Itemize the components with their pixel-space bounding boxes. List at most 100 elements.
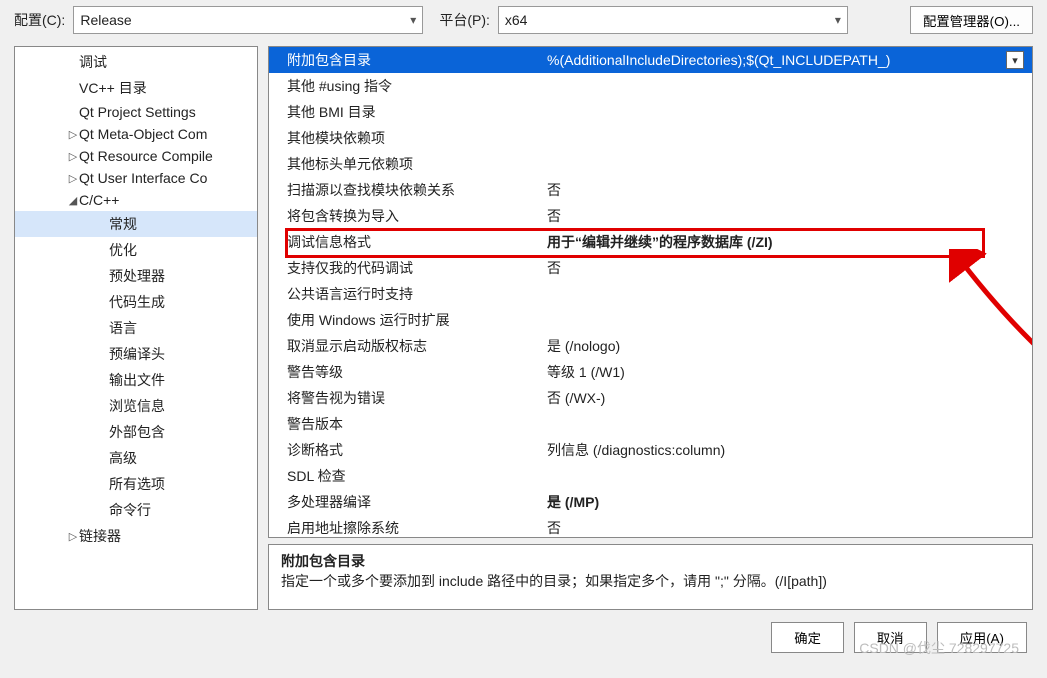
property-row[interactable]: 其他标头单元依赖项 bbox=[269, 151, 1032, 177]
tree-item-label: 预编译头 bbox=[109, 344, 165, 364]
expand-icon[interactable]: ▷ bbox=[67, 128, 79, 141]
property-row[interactable]: 其他模块依赖项 bbox=[269, 125, 1032, 151]
tree-item[interactable]: VC++ 目录 bbox=[15, 75, 257, 101]
description-body: 指定一个或多个要添加到 include 路径中的目录；如果指定多个，请用 ";"… bbox=[281, 571, 1020, 591]
collapse-icon[interactable]: ◢ bbox=[67, 194, 79, 207]
property-name: 支持仅我的代码调试 bbox=[287, 258, 547, 278]
property-row[interactable]: 警告等级等级 1 (/W1) bbox=[269, 359, 1032, 385]
tree-item-label: VC++ 目录 bbox=[79, 78, 147, 98]
property-row[interactable]: 公共语言运行时支持 bbox=[269, 281, 1032, 307]
property-row[interactable]: 其他 #using 指令 bbox=[269, 73, 1032, 99]
platform-combo[interactable]: x64 ▾ bbox=[498, 6, 848, 34]
property-row[interactable]: 将警告视为错误否 (/WX-) bbox=[269, 385, 1032, 411]
property-row[interactable]: SDL 检查 bbox=[269, 463, 1032, 489]
main-area: 调试VC++ 目录Qt Project Settings▷Qt Meta-Obj… bbox=[0, 40, 1047, 610]
property-row[interactable]: 使用 Windows 运行时扩展 bbox=[269, 307, 1032, 333]
property-row[interactable]: 扫描源以查找模块依赖关系否 bbox=[269, 177, 1032, 203]
tree-item[interactable]: 代码生成 bbox=[15, 289, 257, 315]
property-row[interactable]: 将包含转换为导入否 bbox=[269, 203, 1032, 229]
ok-button[interactable]: 确定 bbox=[771, 622, 844, 653]
property-name: 将包含转换为导入 bbox=[287, 206, 547, 226]
property-row[interactable]: 警告版本 bbox=[269, 411, 1032, 437]
tree-item-label: 代码生成 bbox=[109, 292, 165, 312]
tree-item[interactable]: 外部包含 bbox=[15, 419, 257, 445]
description-title: 附加包含目录 bbox=[281, 551, 1020, 571]
tree-item[interactable]: 高级 bbox=[15, 445, 257, 471]
property-value[interactable]: 否 bbox=[547, 518, 1032, 538]
platform-label: 平台(P): bbox=[439, 10, 490, 30]
tree-item-label: Qt Resource Compile bbox=[79, 148, 213, 164]
property-row[interactable]: 多处理器编译是 (/MP) bbox=[269, 489, 1032, 515]
right-pane: 附加包含目录%(AdditionalIncludeDirectories);$(… bbox=[268, 46, 1033, 610]
tree-item-label: 调试 bbox=[79, 52, 107, 72]
property-name: 扫描源以查找模块依赖关系 bbox=[287, 180, 547, 200]
property-value[interactable]: 否 bbox=[547, 206, 1032, 226]
tree-item-label: Qt User Interface Co bbox=[79, 170, 207, 186]
tree-item[interactable]: 命令行 bbox=[15, 497, 257, 523]
property-name: 多处理器编译 bbox=[287, 492, 547, 512]
property-name: 其他 #using 指令 bbox=[287, 76, 547, 96]
property-name: 启用地址擦除系统 bbox=[287, 518, 547, 538]
property-value[interactable]: 是 (/nologo) bbox=[547, 336, 1032, 356]
property-value[interactable]: 用于“编辑并继续”的程序数据库 (/ZI) bbox=[547, 232, 1032, 252]
property-value[interactable]: %(AdditionalIncludeDirectories);$(Qt_INC… bbox=[547, 51, 1032, 69]
tree-item-label: C/C++ bbox=[79, 192, 119, 208]
tree-item[interactable]: Qt Project Settings bbox=[15, 101, 257, 123]
watermark: CSDN @伐尘 728297725 bbox=[859, 638, 1019, 658]
property-value[interactable]: 否 (/WX-) bbox=[547, 388, 1032, 408]
tree-item[interactable]: 优化 bbox=[15, 237, 257, 263]
config-combo[interactable]: Release ▾ bbox=[73, 6, 423, 34]
chevron-down-icon[interactable]: ▾ bbox=[1006, 51, 1024, 69]
expand-icon[interactable]: ▷ bbox=[67, 530, 79, 543]
tree-item[interactable]: 预编译头 bbox=[15, 341, 257, 367]
tree-item[interactable]: 所有选项 bbox=[15, 471, 257, 497]
tree-item[interactable]: 常规 bbox=[15, 211, 257, 237]
property-name: 附加包含目录 bbox=[287, 50, 547, 70]
property-value[interactable]: 否 bbox=[547, 180, 1032, 200]
tree-item-label: 优化 bbox=[109, 240, 137, 260]
property-name: 警告版本 bbox=[287, 414, 547, 434]
tree-item-label: 浏览信息 bbox=[109, 396, 165, 416]
property-row[interactable]: 启用地址擦除系统否 bbox=[269, 515, 1032, 538]
property-name: 使用 Windows 运行时扩展 bbox=[287, 310, 547, 330]
property-value[interactable]: 否 bbox=[547, 258, 1032, 278]
property-row[interactable]: 支持仅我的代码调试否 bbox=[269, 255, 1032, 281]
property-value[interactable]: 是 (/MP) bbox=[547, 492, 1032, 512]
tree-item[interactable]: 输出文件 bbox=[15, 367, 257, 393]
property-row[interactable]: 其他 BMI 目录 bbox=[269, 99, 1032, 125]
tree-item-label: 输出文件 bbox=[109, 370, 165, 390]
tree-item-label: 外部包含 bbox=[109, 422, 165, 442]
tree-item-label: Qt Project Settings bbox=[79, 104, 196, 120]
property-name: SDL 检查 bbox=[287, 466, 547, 486]
property-grid[interactable]: 附加包含目录%(AdditionalIncludeDirectories);$(… bbox=[268, 46, 1033, 538]
tree-item[interactable]: ▷Qt Meta-Object Com bbox=[15, 123, 257, 145]
tree-item-label: 常规 bbox=[109, 214, 137, 234]
tree-item[interactable]: 语言 bbox=[15, 315, 257, 341]
tree-item-label: Qt Meta-Object Com bbox=[79, 126, 207, 142]
expand-icon[interactable]: ▷ bbox=[67, 172, 79, 185]
tree-item-label: 链接器 bbox=[79, 526, 121, 546]
property-row[interactable]: 调试信息格式用于“编辑并继续”的程序数据库 (/ZI) bbox=[269, 229, 1032, 255]
tree-item[interactable]: 预处理器 bbox=[15, 263, 257, 289]
property-row[interactable]: 附加包含目录%(AdditionalIncludeDirectories);$(… bbox=[269, 47, 1032, 73]
tree-item[interactable]: ▷Qt Resource Compile bbox=[15, 145, 257, 167]
platform-value: x64 bbox=[505, 12, 528, 28]
category-tree[interactable]: 调试VC++ 目录Qt Project Settings▷Qt Meta-Obj… bbox=[14, 46, 258, 610]
property-row[interactable]: 取消显示启动版权标志是 (/nologo) bbox=[269, 333, 1032, 359]
tree-item[interactable]: ▷Qt User Interface Co bbox=[15, 167, 257, 189]
tree-item[interactable]: 浏览信息 bbox=[15, 393, 257, 419]
property-name: 诊断格式 bbox=[287, 440, 547, 460]
config-manager-button[interactable]: 配置管理器(O)... bbox=[910, 6, 1033, 34]
tree-item[interactable]: ▷链接器 bbox=[15, 523, 257, 549]
property-value[interactable]: 列信息 (/diagnostics:column) bbox=[547, 440, 1032, 460]
property-name: 将警告视为错误 bbox=[287, 388, 547, 408]
expand-icon[interactable]: ▷ bbox=[67, 150, 79, 163]
property-row[interactable]: 诊断格式列信息 (/diagnostics:column) bbox=[269, 437, 1032, 463]
property-value[interactable]: 等级 1 (/W1) bbox=[547, 362, 1032, 382]
tree-item[interactable]: ◢C/C++ bbox=[15, 189, 257, 211]
config-label: 配置(C): bbox=[14, 10, 65, 30]
property-name: 其他 BMI 目录 bbox=[287, 102, 547, 122]
tree-item[interactable]: 调试 bbox=[15, 49, 257, 75]
tree-item-label: 命令行 bbox=[109, 500, 151, 520]
property-name: 其他标头单元依赖项 bbox=[287, 154, 547, 174]
